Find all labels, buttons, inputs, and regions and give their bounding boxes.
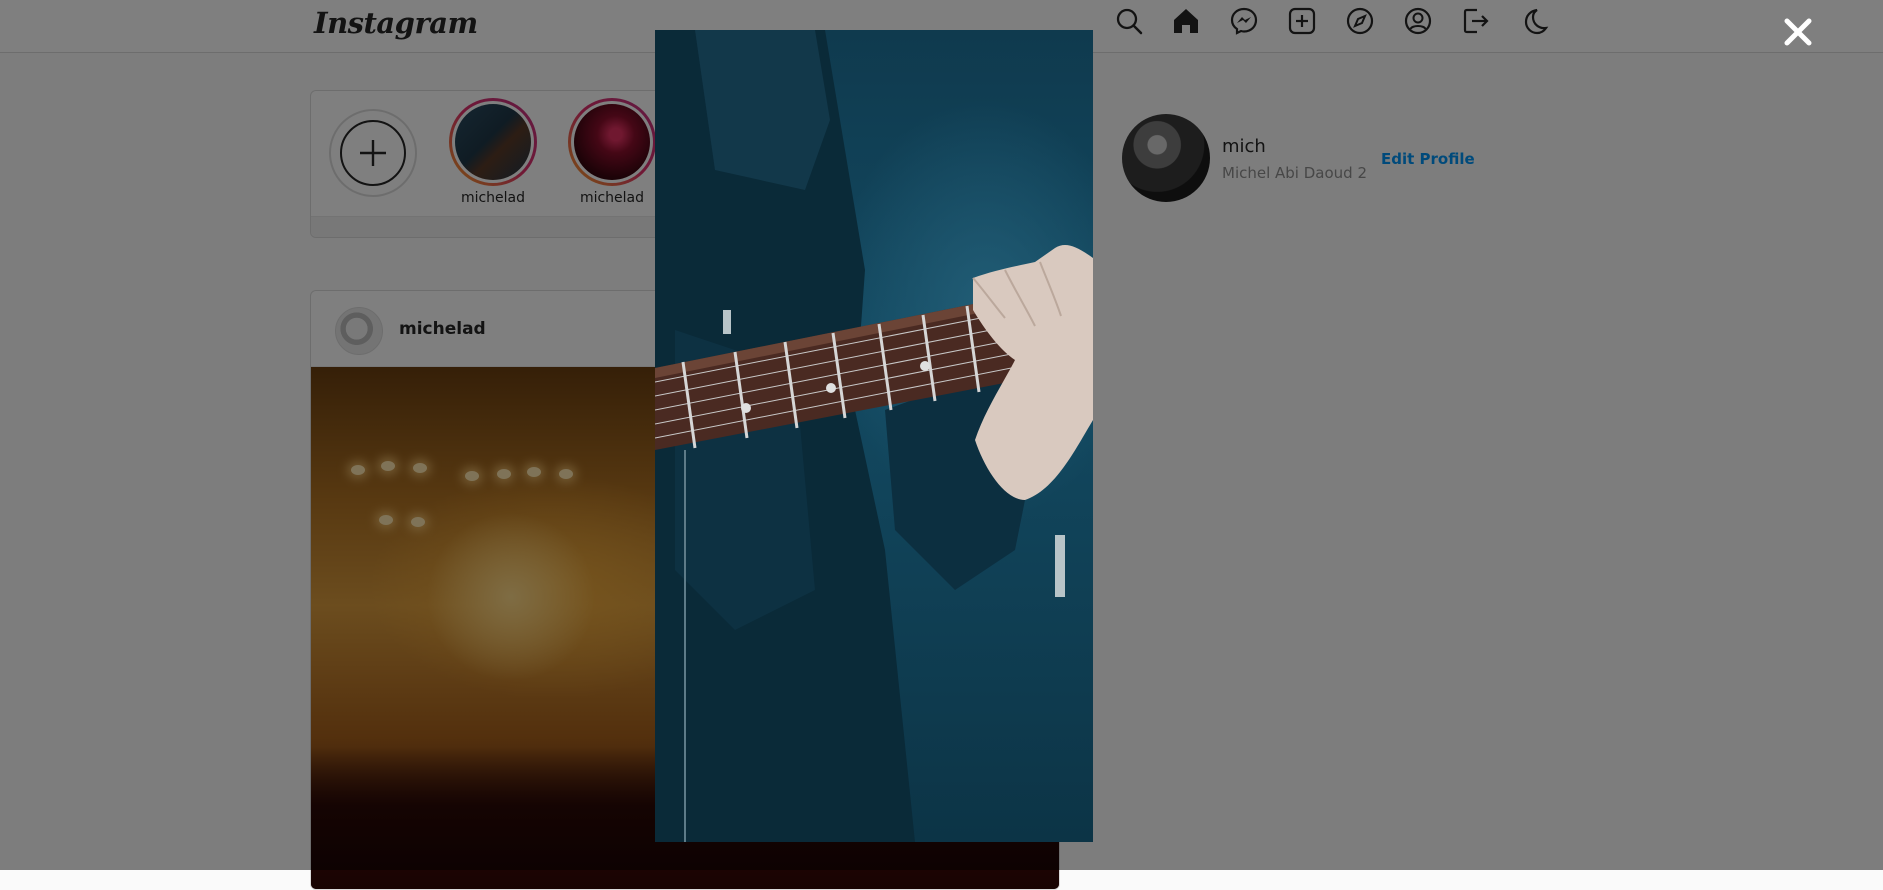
close-icon[interactable]: [1780, 14, 1816, 50]
guitarist-photo: [655, 30, 1093, 842]
story-viewer-image[interactable]: [655, 30, 1093, 842]
